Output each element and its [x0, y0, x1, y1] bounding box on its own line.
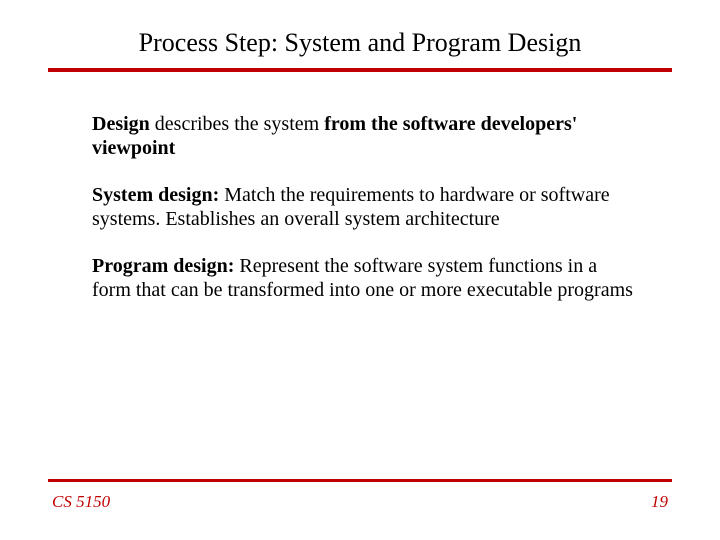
paragraph-system-design: System design: Match the requirements to…: [92, 183, 636, 232]
footer-page-number: 19: [651, 492, 668, 512]
footer-course-code: CS 5150: [52, 492, 110, 512]
text-describes: describes the system: [150, 113, 324, 135]
slide: Process Step: System and Program Design …: [0, 0, 720, 540]
bold-program-design: Program design:: [92, 255, 234, 277]
slide-title: Process Step: System and Program Design: [48, 28, 672, 58]
bold-design: Design: [92, 113, 150, 135]
paragraph-program-design: Program design: Represent the software s…: [92, 254, 636, 303]
footer-divider: [48, 479, 672, 482]
slide-body: Design describes the system from the sof…: [48, 112, 672, 479]
title-divider: [48, 68, 672, 72]
slide-footer: CS 5150 19: [48, 492, 672, 516]
paragraph-design-describes: Design describes the system from the sof…: [92, 112, 636, 161]
bold-system-design: System design:: [92, 184, 219, 206]
